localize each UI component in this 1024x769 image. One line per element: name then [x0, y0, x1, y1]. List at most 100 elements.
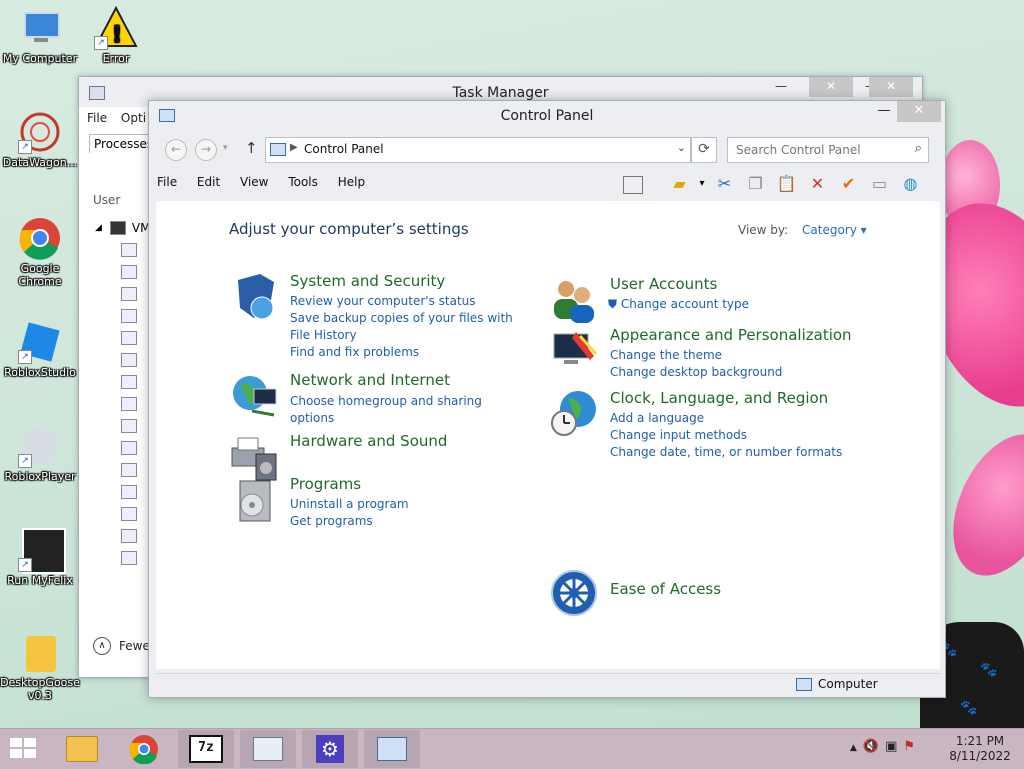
category-title[interactable]: User Accounts: [610, 275, 717, 293]
delete-icon[interactable]: ✕: [804, 171, 831, 197]
link-change-account-type[interactable]: ⛊ Change account type: [608, 296, 840, 313]
chevron-down-icon[interactable]: ▾: [697, 171, 707, 197]
desktop-icon-desktopgoose[interactable]: DesktopGoose v0.3: [0, 630, 80, 702]
back-button[interactable]: ←: [165, 139, 187, 161]
category-title[interactable]: Ease of Access: [610, 580, 721, 598]
list-item[interactable]: [95, 415, 150, 437]
category-title[interactable]: Clock, Language, and Region: [610, 389, 828, 407]
task-manager-icon: [253, 737, 283, 761]
desktop-icon-my-computer[interactable]: My Computer: [0, 6, 80, 65]
list-item[interactable]: [95, 371, 150, 393]
up-button[interactable]: ↑: [245, 139, 258, 157]
uac-shield-icon: ⛊: [608, 297, 618, 311]
desktop-icon-roblox-studio[interactable]: ↗ RobloxStudio: [0, 320, 80, 379]
list-item[interactable]: [95, 349, 150, 371]
list-item[interactable]: [95, 525, 150, 547]
link-homegroup[interactable]: Choose homegroup and sharing options: [290, 393, 520, 427]
category-title[interactable]: Programs: [290, 475, 361, 493]
list-item[interactable]: [95, 393, 150, 415]
folder-options-icon[interactable]: ▰: [666, 171, 693, 197]
link-change-theme[interactable]: Change the theme: [610, 347, 840, 364]
list-item[interactable]: [95, 305, 150, 327]
desktop-icon-datawagon[interactable]: ↗ DataWagon...: [0, 110, 80, 169]
action-center-icon[interactable]: ⚑: [903, 739, 915, 757]
recent-locations-icon[interactable]: ▾: [223, 143, 228, 153]
link-get-programs[interactable]: Get programs: [290, 513, 520, 530]
control-panel-titlebar[interactable]: Control Panel — ✕: [149, 101, 945, 131]
list-item[interactable]: [95, 437, 150, 459]
list-item[interactable]: ◢ VM: [95, 217, 150, 239]
checkmark-icon[interactable]: ✔: [835, 171, 862, 197]
globe-icon[interactable]: ◍: [897, 171, 924, 197]
properties-icon[interactable]: ▭: [866, 171, 893, 197]
list-item[interactable]: [95, 459, 150, 481]
search-box[interactable]: ⌕: [727, 137, 929, 163]
link-file-history[interactable]: Save backup copies of your files with Fi…: [290, 310, 520, 344]
list-item[interactable]: [95, 481, 150, 503]
link-find-fix[interactable]: Find and fix problems: [290, 344, 520, 361]
category-title[interactable]: System and Security: [290, 272, 445, 290]
minimize-button[interactable]: —: [759, 77, 803, 97]
menu-view[interactable]: View: [240, 175, 268, 189]
paste-icon[interactable]: 📋: [773, 171, 800, 197]
list-item[interactable]: [95, 261, 150, 283]
copy-icon[interactable]: ❐: [742, 171, 769, 197]
desktop-icon-google-chrome[interactable]: Google Chrome: [0, 216, 80, 288]
link-input-methods[interactable]: Change input methods: [610, 427, 840, 444]
warning-icon: ! ↗: [94, 5, 138, 50]
forward-button[interactable]: →: [195, 139, 217, 161]
taskbar-control-panel[interactable]: [364, 730, 420, 768]
menu-file[interactable]: File: [87, 111, 107, 125]
desktop-icon-run-myfelix[interactable]: ↗ Run MyFelix: [0, 528, 80, 587]
chevron-down-icon[interactable]: ⌄: [677, 141, 686, 154]
close-button[interactable]: ✕: [809, 77, 853, 97]
view-by-dropdown[interactable]: Category ▾: [802, 223, 867, 237]
close-button[interactable]: ✕: [869, 77, 913, 97]
volume-muted-icon[interactable]: 🔇: [863, 739, 879, 757]
network-icon[interactable]: ▣: [885, 739, 897, 757]
desktop-icon-roblox-player[interactable]: ↗ RobloxPlayer: [0, 424, 80, 483]
taskbar-chrome[interactable]: [116, 730, 172, 768]
category-title[interactable]: Network and Internet: [290, 371, 450, 389]
menu-edit[interactable]: Edit: [197, 175, 220, 189]
taskbar-file-explorer[interactable]: [54, 730, 110, 768]
link-uninstall[interactable]: Uninstall a program: [290, 496, 520, 513]
computer-icon: [18, 6, 62, 50]
link-add-language[interactable]: Add a language: [610, 410, 840, 427]
show-hidden-icons-button[interactable]: ▲: [850, 739, 857, 757]
column-header-user[interactable]: User: [93, 193, 120, 207]
cut-icon[interactable]: ✂: [711, 171, 738, 197]
clock[interactable]: 1:21 PM 8/11/2022: [940, 734, 1020, 764]
list-item[interactable]: [95, 239, 150, 261]
taskbar-7zip[interactable]: 7z: [178, 730, 234, 768]
desktop-icon-error[interactable]: ! ↗ Error: [76, 5, 156, 65]
link-review-status[interactable]: Review your computer's status: [290, 293, 520, 310]
layout-icon[interactable]: [619, 171, 646, 197]
search-input[interactable]: [734, 142, 898, 158]
maximize-button[interactable]: [875, 101, 895, 122]
list-item[interactable]: [95, 283, 150, 305]
menu-file[interactable]: File: [157, 175, 177, 189]
category-title[interactable]: Hardware and Sound: [290, 432, 447, 450]
shield-icon: [230, 272, 280, 322]
list-item[interactable]: [95, 547, 150, 569]
svg-text:!: !: [112, 23, 122, 48]
address-bar[interactable]: ▶ Control Panel ⌄: [265, 137, 691, 163]
list-item[interactable]: [95, 327, 150, 349]
link-date-time-formats[interactable]: Change date, time, or number formats: [610, 444, 842, 461]
taskbar-task-manager[interactable]: [240, 730, 296, 768]
menu-tools[interactable]: Tools: [288, 175, 318, 189]
taskbar-settings-app[interactable]: ⚙: [302, 730, 358, 768]
close-button[interactable]: ✕: [897, 101, 941, 122]
control-panel-window[interactable]: Control Panel — ✕ ← → ▾ ↑ ▶ Control Pane…: [148, 100, 946, 698]
menu-help[interactable]: Help: [338, 175, 365, 189]
folder-icon: [18, 630, 62, 674]
list-item[interactable]: [95, 503, 150, 525]
refresh-button[interactable]: ⟳: [691, 137, 717, 163]
fewer-details-button[interactable]: ∧ Fewe: [93, 637, 150, 655]
start-button[interactable]: [10, 738, 38, 760]
menu-options[interactable]: Opti: [121, 111, 146, 125]
breadcrumb[interactable]: Control Panel: [304, 142, 384, 156]
category-title[interactable]: Appearance and Personalization: [610, 326, 852, 344]
link-desktop-background[interactable]: Change desktop background: [610, 364, 840, 381]
